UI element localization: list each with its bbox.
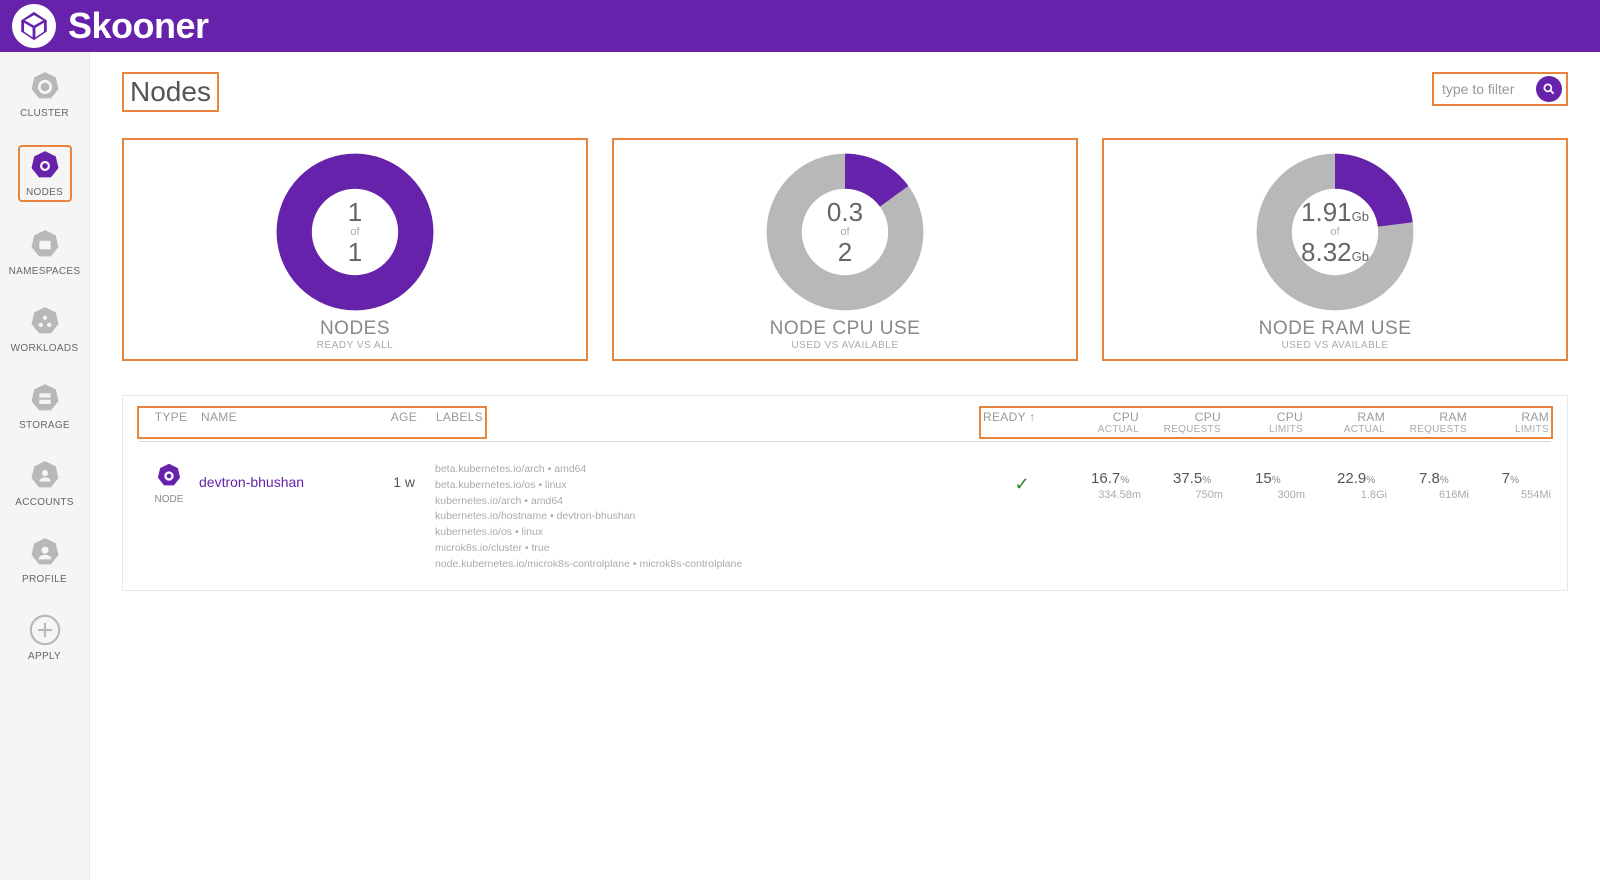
card-subtitle: READY VS ALL	[317, 340, 393, 351]
table-header: TYPE NAME AGE LABELS READY ↑ CPUACTUAL C…	[139, 410, 1551, 442]
logo[interactable]: Skooner	[12, 4, 209, 48]
cpu-requests: 37.5%750m	[1141, 462, 1223, 501]
ram-limits: 7%554Mi	[1469, 462, 1551, 501]
filter-search-button[interactable]	[1536, 76, 1562, 102]
page-title: Nodes	[122, 72, 219, 112]
metric-cards: 1 of 1 NODES READY VS ALL 0.3	[122, 138, 1568, 361]
sidebar-item-nodes[interactable]: NODES	[18, 145, 72, 202]
sidebar: CLUSTER NODES NAMESPACES WORKLOADS	[0, 52, 90, 880]
th-type[interactable]: TYPE	[141, 410, 201, 435]
table-row: NODE devtron-bhushan 1 w beta.kubernetes…	[139, 462, 1551, 572]
search-icon	[1542, 82, 1556, 96]
storage-icon	[28, 382, 62, 416]
card-subtitle: USED VS AVAILABLE	[791, 340, 898, 351]
ram-actual: 22.9%1.8Gi	[1305, 462, 1387, 501]
sidebar-item-apply[interactable]: APPLY	[18, 611, 72, 664]
donut-cpu: 0.3 of 2	[765, 152, 925, 312]
filter-box	[1432, 72, 1568, 106]
sidebar-item-profile[interactable]: PROFILE	[18, 534, 72, 587]
app-name: Skooner	[68, 5, 209, 47]
th-name[interactable]: NAME	[201, 410, 353, 435]
wheel-icon	[28, 70, 62, 104]
metric-card-cpu: 0.3 of 2 NODE CPU USE USED VS AVAILABLE	[612, 138, 1078, 361]
namespace-icon	[28, 228, 62, 262]
donut-ram: 1.91Gb of 8.32Gb	[1255, 152, 1415, 312]
sidebar-item-accounts[interactable]: ACCOUNTS	[18, 457, 72, 510]
metric-card-ram: 1.91Gb of 8.32Gb NODE RAM USE USED VS AV…	[1102, 138, 1568, 361]
th-labels[interactable]: LABELS	[417, 410, 483, 435]
sidebar-item-namespaces[interactable]: NAMESPACES	[18, 226, 72, 279]
profile-icon	[28, 536, 62, 570]
nodes-table: TYPE NAME AGE LABELS READY ↑ CPUACTUAL C…	[122, 395, 1568, 591]
th-cpu-actual[interactable]: CPUACTUAL	[1057, 410, 1139, 435]
th-cpu-requests[interactable]: CPUREQUESTS	[1139, 410, 1221, 435]
ram-requests: 7.8%616Mi	[1387, 462, 1469, 501]
node-name-link[interactable]: devtron-bhushan	[199, 462, 351, 490]
donut-nodes: 1 of 1	[275, 152, 435, 312]
th-ram-actual[interactable]: RAMACTUAL	[1303, 410, 1385, 435]
node-ready: ✓	[985, 462, 1059, 495]
th-ram-limits[interactable]: RAMLIMITS	[1467, 410, 1549, 435]
th-ram-requests[interactable]: RAMREQUESTS	[1385, 410, 1467, 435]
plus-icon	[28, 613, 62, 647]
card-title: NODE CPU USE	[770, 318, 921, 340]
metric-card-nodes: 1 of 1 NODES READY VS ALL	[122, 138, 588, 361]
th-ready[interactable]: READY ↑	[983, 410, 1057, 435]
logo-icon	[12, 4, 56, 48]
node-age: 1 w	[351, 462, 415, 490]
main-content: Nodes 1 of 1	[90, 52, 1600, 880]
th-cpu-limits[interactable]: CPULIMITS	[1221, 410, 1303, 435]
node-icon	[155, 462, 183, 490]
cpu-limits: 15%300m	[1223, 462, 1305, 501]
sidebar-item-storage[interactable]: STORAGE	[18, 380, 72, 433]
workload-icon	[28, 305, 62, 339]
app-header: Skooner	[0, 0, 1600, 52]
sidebar-item-workloads[interactable]: WORKLOADS	[18, 303, 72, 356]
card-subtitle: USED VS AVAILABLE	[1281, 340, 1388, 351]
filter-input[interactable]	[1442, 81, 1530, 97]
account-icon	[28, 459, 62, 493]
node-labels: beta.kubernetes.io/arch • amd64 beta.kub…	[415, 462, 847, 572]
node-type: NODE	[139, 462, 199, 505]
card-title: NODE RAM USE	[1259, 318, 1412, 340]
card-title: NODES	[320, 318, 390, 340]
sidebar-item-cluster[interactable]: CLUSTER	[18, 68, 72, 121]
node-icon	[28, 149, 62, 183]
th-age[interactable]: AGE	[353, 410, 417, 435]
cpu-actual: 16.7%334.58m	[1059, 462, 1141, 501]
